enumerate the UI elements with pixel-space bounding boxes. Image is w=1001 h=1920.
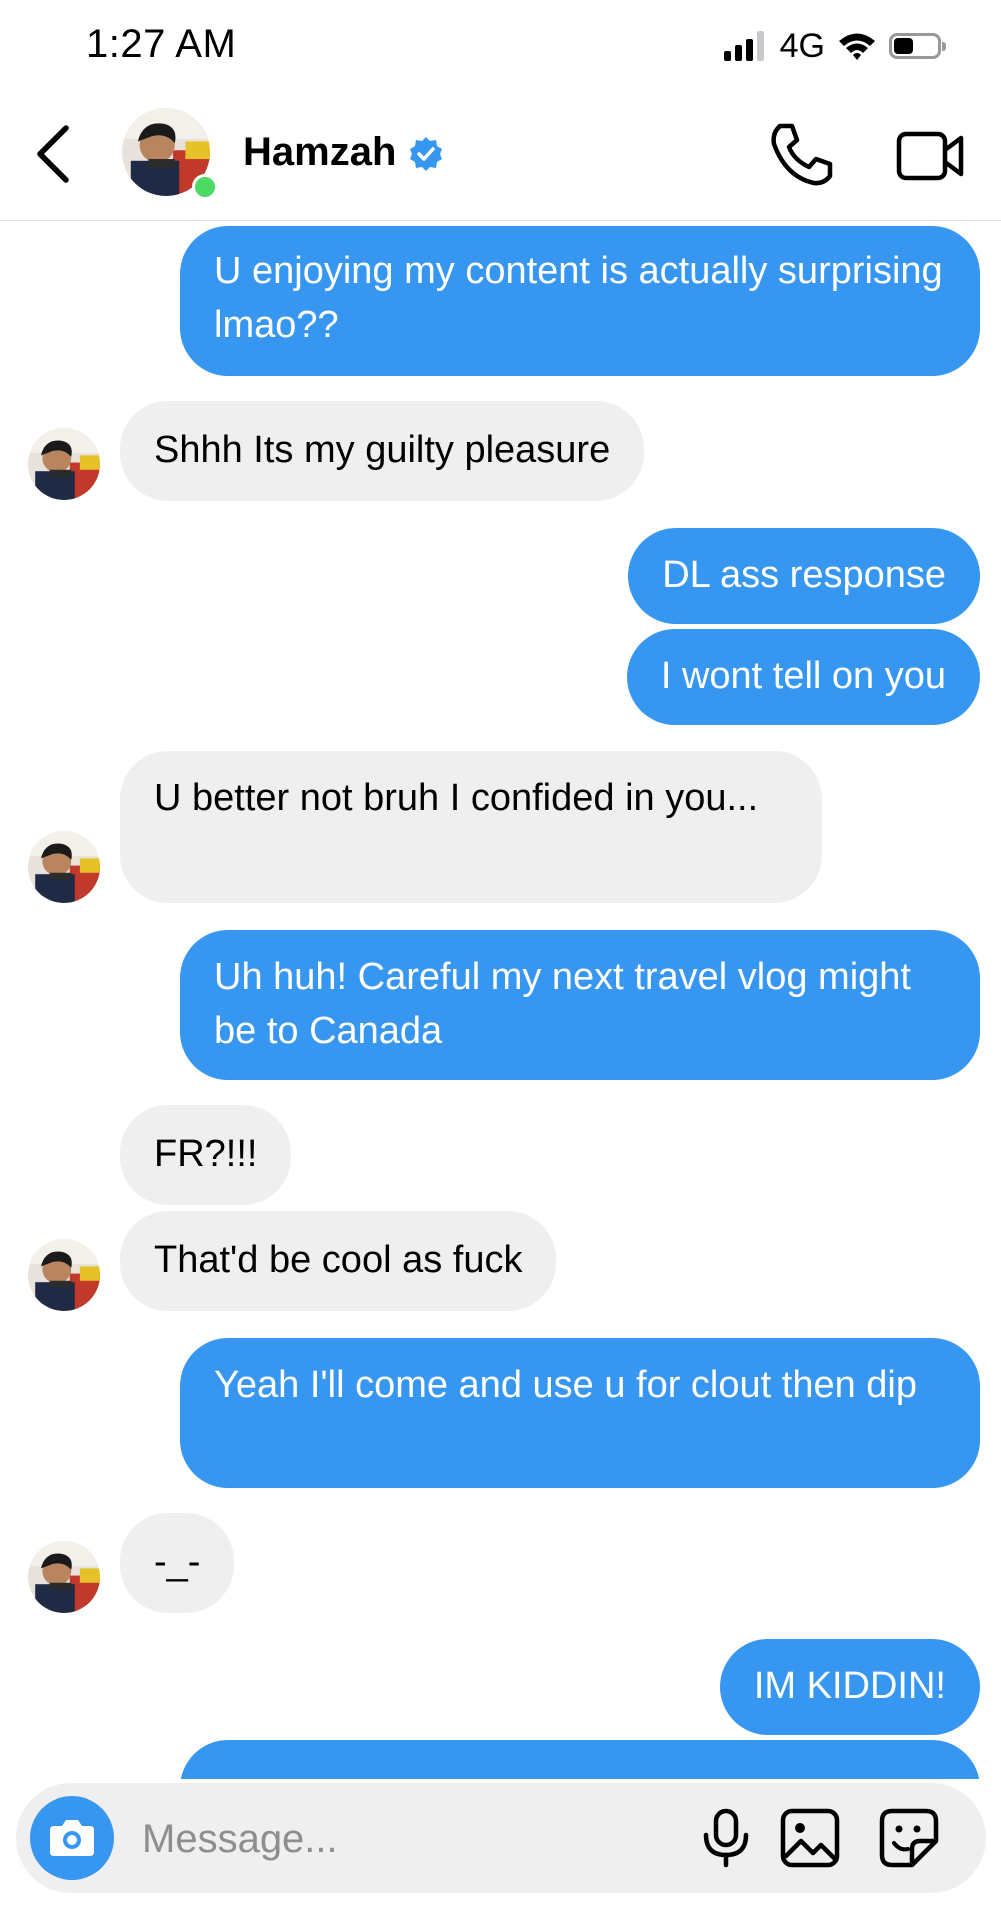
- status-time: 1:27 AM: [86, 22, 237, 66]
- camera-icon: [50, 1820, 94, 1856]
- battery-icon: [889, 33, 946, 59]
- sender-avatar[interactable]: [28, 1541, 100, 1613]
- video-camera-icon[interactable]: [895, 120, 967, 190]
- camera-button[interactable]: [30, 1796, 114, 1880]
- status-indicators: 4G: [723, 26, 946, 66]
- chat-header: Hamzah: [0, 90, 1001, 221]
- cellular-signal-icon: [723, 31, 764, 61]
- phone-icon[interactable]: [766, 120, 836, 190]
- battery-level: [894, 38, 913, 54]
- message-bubble-incoming[interactable]: U better not bruh I confided in you...: [120, 751, 822, 903]
- message-bubble-outgoing[interactable]: IM KIDDIN!: [719, 1639, 980, 1735]
- network-type: 4G: [779, 26, 825, 65]
- contact-name[interactable]: Hamzah: [243, 130, 396, 175]
- status-bar: 1:27 AM 4G: [0, 0, 1001, 90]
- message-bubble-incoming[interactable]: That'd be cool as fuck: [120, 1211, 557, 1311]
- microphone-icon[interactable]: [698, 1807, 754, 1869]
- message-thread[interactable]: U enjoying my content is actually surpri…: [0, 221, 1001, 1779]
- message-bubble-outgoing[interactable]: Uh huh! Careful my next travel vlog migh…: [180, 930, 980, 1080]
- message-bubble-outgoing[interactable]: DL ass response: [628, 528, 980, 624]
- message-bubble-incoming[interactable]: -_-: [120, 1513, 235, 1613]
- online-status-indicator: [192, 174, 218, 200]
- verified-badge-icon: [410, 137, 442, 171]
- message-bubble-incoming[interactable]: FR?!!!: [120, 1105, 292, 1205]
- message-input[interactable]: [140, 1805, 664, 1873]
- message-bubble-outgoing[interactable]: I wont tell on you: [626, 629, 980, 725]
- message-composer: [16, 1783, 986, 1893]
- sender-avatar[interactable]: [28, 831, 100, 903]
- message-bubble-outgoing[interactable]: Yeah I'll come and use u for clout then …: [180, 1338, 980, 1488]
- sender-avatar[interactable]: [28, 428, 100, 500]
- message-bubble-incoming[interactable]: Shhh Its my guilty pleasure: [120, 401, 645, 501]
- gallery-icon[interactable]: [779, 1807, 841, 1869]
- message-bubble-outgoing-partial[interactable]: [180, 1740, 980, 1779]
- wifi-icon: [839, 33, 875, 60]
- back-icon[interactable]: [28, 122, 78, 186]
- message-bubble-outgoing[interactable]: U enjoying my content is actually surpri…: [180, 226, 980, 376]
- sender-avatar[interactable]: [28, 1239, 100, 1311]
- sticker-icon[interactable]: [878, 1807, 940, 1869]
